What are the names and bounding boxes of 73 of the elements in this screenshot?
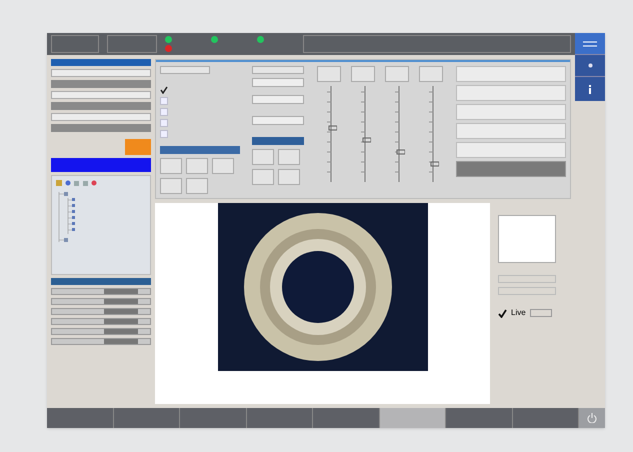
input-field[interactable] — [252, 95, 304, 104]
value-field — [104, 339, 138, 344]
list-row[interactable] — [51, 328, 151, 335]
menu-button[interactable] — [51, 80, 151, 88]
value-field — [104, 289, 138, 294]
value-field — [278, 169, 300, 185]
value-field — [160, 158, 182, 174]
value-field — [186, 158, 208, 174]
property-field[interactable] — [456, 142, 566, 158]
checkbox[interactable] — [160, 130, 168, 138]
checkbox-label: Live — [511, 307, 526, 319]
info-field — [498, 287, 556, 295]
dot-icon — [588, 63, 592, 68]
nav-tab[interactable] — [114, 408, 179, 428]
property-field[interactable] — [456, 161, 566, 177]
value-field — [104, 309, 138, 314]
list-row[interactable] — [51, 288, 151, 295]
value-field — [160, 178, 182, 194]
status-panel — [107, 35, 157, 53]
checkbox[interactable] — [160, 86, 168, 94]
checkbox[interactable] — [160, 97, 168, 105]
tree-drawing — [56, 190, 76, 243]
value-field — [385, 66, 409, 82]
input-field[interactable] — [252, 116, 304, 125]
value-field — [104, 299, 138, 304]
action-button[interactable] — [125, 139, 151, 155]
nav-tab[interactable] — [246, 408, 312, 428]
dropdown-field[interactable] — [530, 309, 552, 317]
menu-button[interactable] — [51, 69, 151, 77]
property-field[interactable] — [456, 104, 566, 120]
option-button[interactable] — [160, 66, 210, 74]
property-field[interactable] — [456, 66, 566, 82]
nav-tab[interactable] — [313, 408, 378, 428]
nav-tab[interactable] — [47, 408, 112, 428]
info-field — [498, 275, 556, 283]
option-button[interactable] — [252, 66, 304, 74]
list-row[interactable] — [51, 298, 151, 305]
property-field[interactable] — [456, 85, 566, 101]
checkbox[interactable] — [498, 308, 507, 318]
nav-tab[interactable] — [512, 408, 578, 428]
value-field — [317, 66, 341, 82]
dropdown-field[interactable] — [252, 78, 304, 87]
value-field — [419, 66, 443, 82]
value-field — [212, 158, 234, 174]
menu-button[interactable] — [51, 124, 151, 132]
menu-button[interactable] — [51, 102, 151, 110]
preview-box — [498, 215, 556, 263]
menu-button[interactable] — [51, 91, 151, 99]
value-field — [252, 169, 274, 185]
side-button[interactable] — [575, 33, 605, 55]
power-icon — [587, 413, 597, 423]
property-field[interactable] — [456, 123, 566, 139]
section-header — [252, 137, 304, 145]
side-button[interactable] — [575, 77, 605, 101]
value-field — [252, 149, 274, 165]
value-field — [351, 66, 375, 82]
nav-tab[interactable] — [446, 408, 512, 428]
lines-icon — [583, 40, 597, 48]
checkbox[interactable] — [160, 119, 168, 127]
status-panel — [51, 35, 99, 53]
value-field — [278, 149, 300, 165]
list-row[interactable] — [51, 318, 151, 325]
menu-button[interactable] — [51, 113, 151, 121]
list-row[interactable] — [51, 308, 151, 315]
exit-button[interactable] — [579, 408, 605, 428]
info-icon — [588, 84, 592, 94]
checkbox[interactable] — [160, 108, 168, 116]
value-field — [104, 329, 138, 334]
nav-tab[interactable] — [380, 408, 445, 428]
value-field — [104, 319, 138, 324]
nav-tab[interactable] — [180, 408, 246, 428]
list-row[interactable] — [51, 338, 151, 345]
value-field — [186, 178, 208, 194]
